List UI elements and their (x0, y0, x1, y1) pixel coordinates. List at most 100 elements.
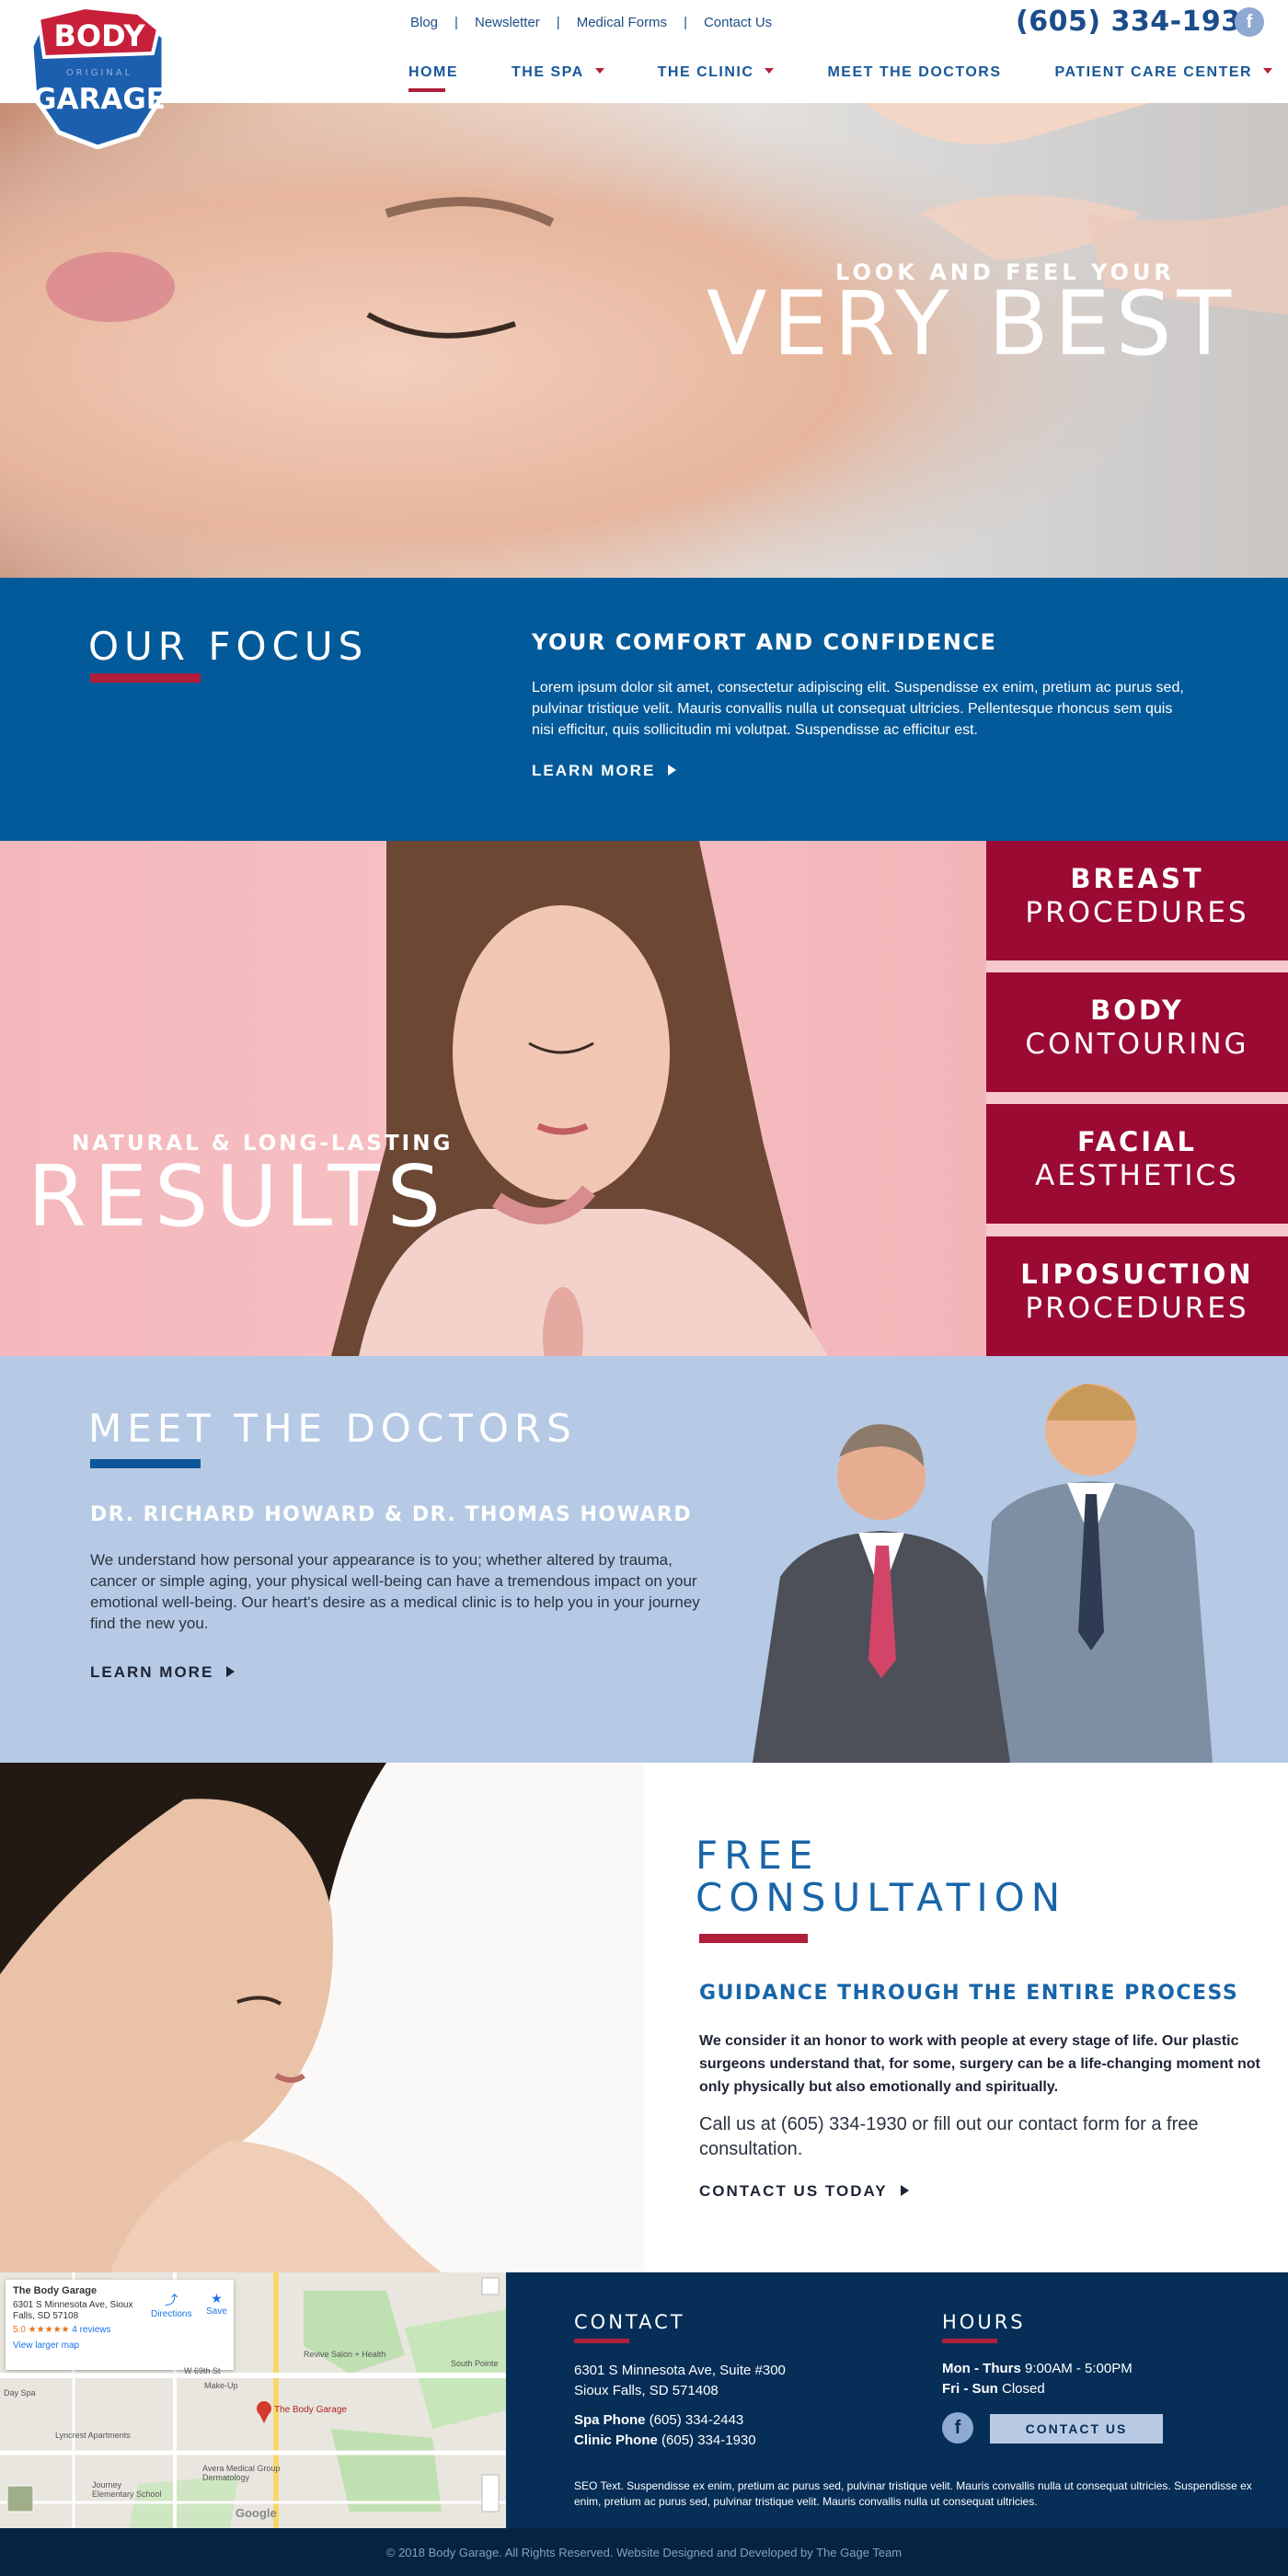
focus-section: OUR FOCUS YOUR COMFORT AND CONFIDENCE Lo… (0, 578, 1288, 841)
spa-phone: Spa Phone (605) 334-2443 (574, 2412, 743, 2428)
link-label: LEARN MORE (532, 762, 656, 779)
tile-line2: PROCEDURES (1025, 896, 1249, 929)
seo-text: SEO Text. Suspendisse ex enim, pretium a… (574, 2479, 1252, 2508)
learn-more-link[interactable]: LEARN MORE (532, 762, 677, 780)
procedure-tile-body[interactable]: BODY CONTOURING (986, 972, 1288, 1092)
heading-underline (574, 2339, 629, 2343)
map-label: W 69th St (184, 2366, 221, 2375)
section-title: OUR FOCUS (88, 624, 369, 669)
utility-link-medical-forms[interactable]: Medical Forms (577, 15, 667, 30)
section-title: MEET THE DOCTORS (88, 1406, 577, 1451)
learn-more-link[interactable]: LEARN MORE (90, 1663, 236, 1682)
chevron-down-icon (594, 67, 604, 74)
utility-separator: | (556, 15, 560, 30)
heading-underline (942, 2339, 997, 2343)
spa-phone-label: Spa Phone (574, 2412, 646, 2428)
contact-us-today-link[interactable]: CONTACT US TODAY (699, 2182, 909, 2201)
utility-nav: Blog | Newsletter | Medical Forms | Cont… (410, 15, 772, 30)
woman-portrait-photo (331, 841, 828, 1356)
section-heading: GUIDANCE THROUGH THE ENTIRE PROCESS (699, 1982, 1239, 2005)
contact-us-button[interactable]: CONTACT US (990, 2414, 1163, 2444)
spa-phone-number[interactable]: (605) 334-2443 (650, 2412, 744, 2428)
tile-line2: CONTOURING (1025, 1028, 1249, 1061)
map-pin-label: The Body Garage (274, 2405, 347, 2415)
hours-row: Mon - Thurs 9:00AM - 5:00PM (942, 2361, 1133, 2376)
doctor-names: DR. RICHARD HOWARD & DR. THOMAS HOWARD (90, 1503, 693, 1526)
hours-heading: HOURS (942, 2311, 1026, 2333)
procedure-tile-liposuction[interactable]: LIPOSUCTION PROCEDURES (986, 1236, 1288, 1356)
utility-link-blog[interactable]: Blog (410, 15, 438, 30)
reviews-link[interactable]: 4 reviews (72, 2325, 110, 2335)
utility-separator: | (684, 15, 687, 30)
copyright-bar: © 2018 Body Garage. All Rights Reserved.… (0, 2528, 1288, 2576)
hours-days: Fri - Sun (942, 2381, 998, 2397)
map-directions-button[interactable]: ⤴ Directions (151, 2291, 191, 2319)
location-map[interactable]: The Body Garage 6301 S Minnesota Ave, Si… (0, 2272, 506, 2528)
save-label: Save (206, 2306, 227, 2317)
map-label: Journey Elementary School (92, 2480, 162, 2499)
svg-text:BODY: BODY (54, 18, 146, 53)
tile-line2: PROCEDURES (1025, 1292, 1249, 1325)
view-larger-map-link[interactable]: View larger map (13, 2340, 226, 2351)
tile-line1: BREAST (1070, 863, 1204, 894)
facebook-icon[interactable]: f (1235, 7, 1264, 37)
procedures-column: BREAST PROCEDURES BODY CONTOURING FACIAL… (986, 841, 1288, 1356)
doctors-photo (753, 1384, 1213, 1763)
utility-link-newsletter[interactable]: Newsletter (475, 15, 540, 30)
map-place-card: The Body Garage 6301 S Minnesota Ave, Si… (6, 2280, 234, 2370)
link-label: LEARN MORE (90, 1663, 214, 1681)
procedure-tile-facial[interactable]: FACIAL AESTHETICS (986, 1104, 1288, 1224)
facebook-icon[interactable]: f (942, 2412, 973, 2444)
arrow-right-icon (226, 1666, 236, 1677)
site-header: BODY ORIGINAL GARAGE Blog | Newsletter |… (0, 0, 1288, 150)
google-logo: Google (236, 2506, 277, 2520)
main-nav: HOME THE SPA THE CLINIC MEET THE DOCTORS… (408, 64, 1273, 92)
chevron-down-icon (765, 67, 775, 74)
map-rating: 5.0 ★★★★★ 4 reviews (13, 2325, 226, 2335)
clinic-phone-number[interactable]: (605) 334-1930 (661, 2432, 756, 2448)
header-phone[interactable]: (605) 334-1930 (1016, 6, 1260, 38)
nav-item-label: THE SPA (512, 64, 584, 80)
map-save-button[interactable]: ★ Save (206, 2291, 227, 2317)
section-body: Call us at (605) 334-1930 or fill out ou… (699, 2114, 1199, 2159)
contact-heading: CONTACT (574, 2311, 685, 2333)
doctors-section: MEET THE DOCTORS DR. RICHARD HOWARD & DR… (0, 1356, 1288, 1763)
link-label: CONTACT US TODAY (699, 2182, 888, 2200)
nav-item-meet-the-doctors[interactable]: MEET THE DOCTORS (827, 64, 1001, 81)
title-underline (90, 673, 201, 683)
map-label: South Pointe (451, 2359, 499, 2368)
nav-item-the-clinic[interactable]: THE CLINIC (658, 64, 775, 81)
tile-line2: AESTHETICS (1035, 1159, 1239, 1192)
procedure-tile-breast[interactable]: BREAST PROCEDURES (986, 841, 1288, 960)
title-underline (90, 1459, 201, 1468)
section-title: FREE CONSULTATION (696, 1834, 1066, 1919)
nav-item-the-spa[interactable]: THE SPA (512, 64, 604, 81)
body-garage-logo[interactable]: BODY ORIGINAL GARAGE (26, 5, 175, 150)
svg-text:ORIGINAL: ORIGINAL (66, 68, 132, 78)
section-body-bold: We consider it an honor to work with peo… (699, 2033, 1260, 2095)
clinic-phone: Clinic Phone (605) 334-1930 (574, 2432, 756, 2448)
utility-link-contact-us[interactable]: Contact Us (704, 15, 772, 30)
rating-stars: 5.0 ★★★★★ (13, 2325, 70, 2335)
nav-item-label: HOME (408, 64, 458, 80)
site-footer: CONTACT 6301 S Minnesota Ave, Suite #300… (506, 2272, 1288, 2528)
title-line2: CONSULTATION (696, 1875, 1067, 1920)
star-icon: ★ (211, 2291, 223, 2306)
map-label: Make-Up (204, 2381, 238, 2390)
section-body: We understand how personal your appearan… (90, 1551, 700, 1632)
footer-address: 6301 S Minnesota Ave, Suite #300 Sioux F… (574, 2361, 786, 2401)
results-title: RESULTS (28, 1147, 448, 1246)
hours-time: Closed (1002, 2381, 1045, 2397)
nav-item-label: MEET THE DOCTORS (827, 64, 1002, 80)
section-heading: YOUR COMFORT AND CONFIDENCE (532, 629, 997, 655)
tile-line1: BODY (1090, 995, 1184, 1026)
nav-item-home[interactable]: HOME (408, 64, 458, 92)
utility-separator: | (454, 15, 458, 30)
address-line2: Sioux Falls, SD 571408 (574, 2383, 719, 2398)
svg-text:GARAGE: GARAGE (33, 83, 166, 116)
title-line1: FREE (696, 1833, 820, 1878)
address-line1: 6301 S Minnesota Ave, Suite #300 (574, 2363, 786, 2378)
tile-line1: FACIAL (1077, 1126, 1197, 1157)
nav-item-patient-care-center[interactable]: PATIENT CARE CENTER (1054, 64, 1273, 81)
map-place-address: 6301 S Minnesota Ave, Sioux Falls, SD 57… (13, 2300, 133, 2321)
